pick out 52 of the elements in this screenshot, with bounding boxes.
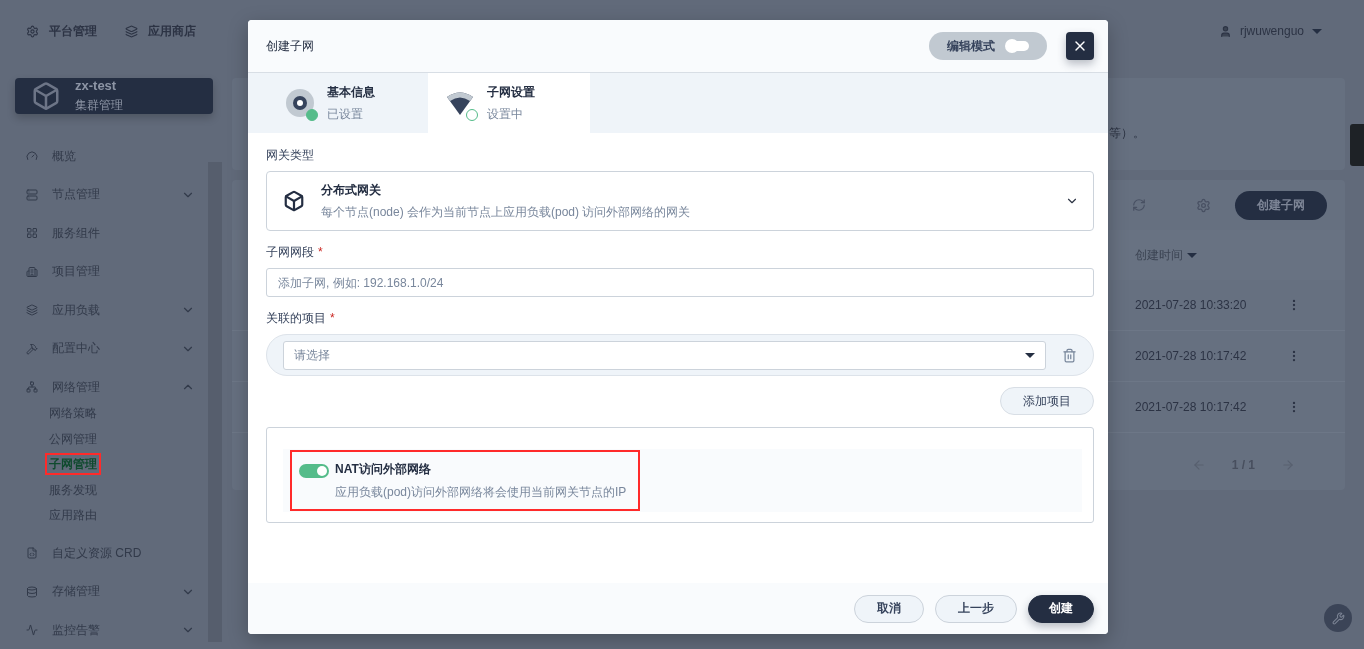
- meter-widget: [1350, 124, 1364, 166]
- user-menu[interactable]: rjwuwenguo: [1218, 24, 1322, 38]
- step-tab[interactable]: 基本信息 已设置: [248, 73, 428, 133]
- edit-mode-toggle[interactable]: 编辑模式: [929, 32, 1047, 60]
- dialog-title: 创建子网: [266, 37, 315, 55]
- gauge-icon: [26, 150, 38, 163]
- network-icon: [26, 381, 38, 394]
- table-cell-text: 2021-07-28 10:33:20: [1135, 298, 1248, 312]
- gateway-description: 每个节点(node) 会作为当前节点上应用负载(pod) 访问外部网络的网关: [321, 203, 692, 221]
- cluster-card[interactable]: zx-test 集群管理: [15, 78, 213, 114]
- nat-title: NAT访问外部网络: [335, 461, 432, 478]
- cluster-subtitle: 集群管理: [75, 97, 123, 114]
- layers-icon: [125, 24, 138, 38]
- field-label: 关联的项目 *: [266, 310, 336, 327]
- tool-button[interactable]: [1324, 604, 1352, 632]
- grid-icon: [26, 227, 38, 240]
- user-icon: [1218, 24, 1232, 38]
- footer-button[interactable]: 取消: [854, 594, 924, 623]
- step-status: 设置中: [487, 105, 524, 123]
- layers-icon: [26, 304, 38, 317]
- refresh-icon[interactable]: [1132, 198, 1146, 212]
- table-cell-text: 2021-07-28 10:17:42: [1135, 400, 1248, 414]
- cube-icon: [283, 190, 305, 212]
- step-status: 已设置: [327, 105, 364, 123]
- file-icon: [26, 547, 38, 560]
- close-button[interactable]: [1066, 32, 1094, 60]
- footer-button[interactable]: 上一步: [935, 594, 1017, 623]
- activity-icon: [26, 624, 38, 637]
- wrench-icon: [1331, 611, 1345, 625]
- settings-icon: [26, 24, 39, 38]
- field-label: 子网网段 *: [266, 244, 324, 261]
- database-icon: [26, 585, 38, 598]
- cluster-name: zx-test: [75, 78, 118, 93]
- nat-description: 应用负载(pod)访问外部网络将会使用当前网关节点的IP: [335, 484, 627, 501]
- settings-icon[interactable]: [1196, 197, 1211, 213]
- field-label: 网关类型: [266, 147, 315, 164]
- add-project-button[interactable]: 添加项目: [1000, 387, 1094, 415]
- building-icon: [26, 265, 38, 278]
- gateway-select[interactable]: 分布式网关 每个节点(node) 会作为当前节点上应用负载(pod) 访问外部网络的网关: [266, 171, 1094, 231]
- footer-button[interactable]: 创建: [1028, 594, 1094, 623]
- nat-toggle[interactable]: [299, 464, 329, 478]
- create-subnet-button[interactable]: 创建子网: [1235, 190, 1327, 220]
- gateway-title: 分布式网关: [321, 181, 382, 199]
- subnet-input[interactable]: 添加子网, 例如: 192.168.1.0/24: [266, 268, 1094, 297]
- cube-icon: [31, 81, 61, 111]
- hammer-icon: [26, 342, 38, 355]
- project-select[interactable]: 请选择: [283, 340, 1046, 370]
- server-icon: [26, 188, 38, 201]
- trash-icon[interactable]: [1062, 347, 1077, 363]
- table-cell-text: 2021-07-28 10:17:42: [1135, 349, 1248, 363]
- disc-icon: [284, 87, 316, 119]
- step-tab[interactable]: 子网设置 设置中: [428, 73, 590, 133]
